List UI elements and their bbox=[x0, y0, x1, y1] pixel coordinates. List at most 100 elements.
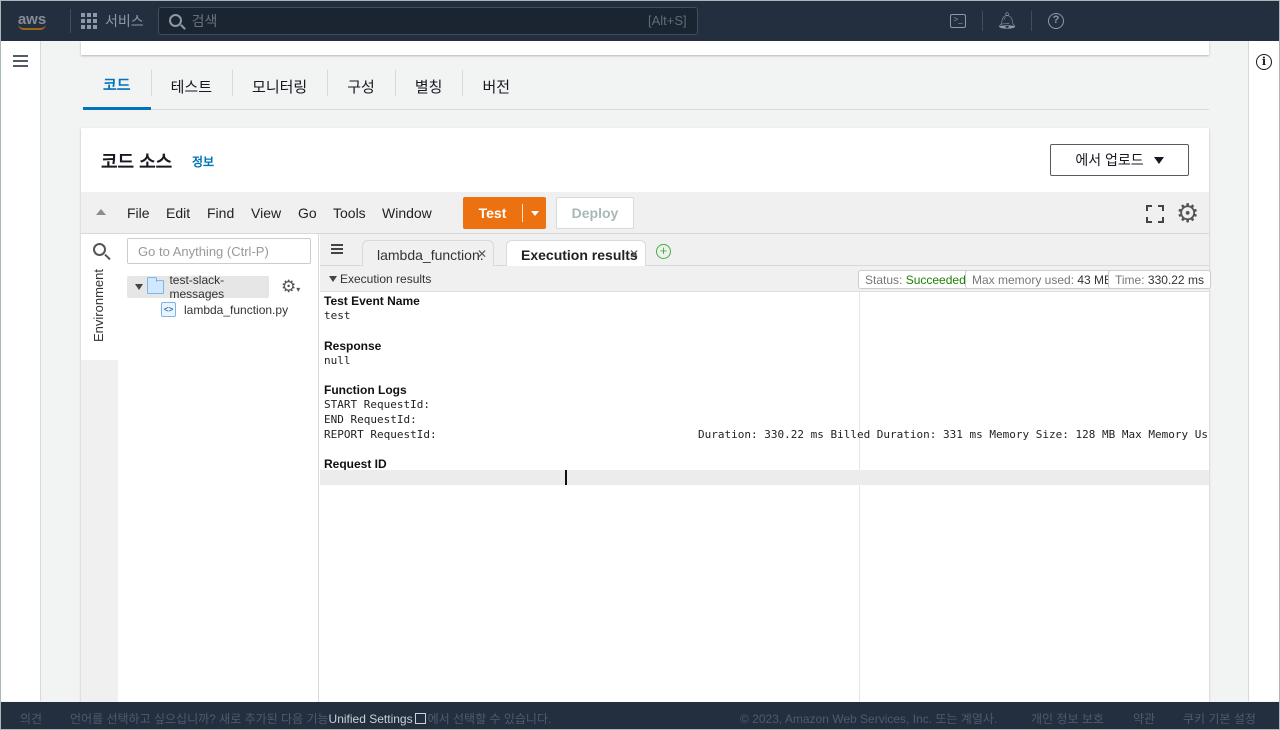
privacy-link[interactable]: 개인 정보 보호 bbox=[1031, 710, 1104, 727]
tree-folder-item[interactable]: test-slack-messages bbox=[127, 273, 269, 301]
cookie-preferences-link[interactable]: 쿠키 기본 설정 bbox=[1183, 710, 1256, 727]
cloudshell-button[interactable]: >_ bbox=[940, 0, 976, 41]
hamburger-menu-icon[interactable] bbox=[13, 55, 28, 70]
tree-settings-gear-icon[interactable]: ⚙▾ bbox=[281, 277, 300, 297]
services-grid-icon bbox=[81, 12, 97, 29]
status-badge: Status: Succeeded bbox=[858, 270, 973, 289]
menu-go[interactable]: Go bbox=[298, 205, 317, 221]
settings-gear-icon[interactable]: ⚙ bbox=[1176, 200, 1199, 226]
aws-logo[interactable]: aws bbox=[4, 0, 60, 41]
upload-from-label: 에서 업로드 bbox=[1075, 152, 1144, 168]
upload-from-button[interactable]: 에서 업로드 bbox=[1050, 144, 1189, 176]
aws-smile-icon bbox=[18, 24, 46, 30]
search-shortcut: [Alt+S] bbox=[647, 13, 687, 28]
global-search-input[interactable]: 검색 [Alt+S] bbox=[157, 6, 698, 35]
test-button[interactable]: Test bbox=[463, 197, 546, 229]
add-tab-icon[interactable]: + bbox=[656, 244, 671, 259]
info-icon[interactable]: i bbox=[1256, 54, 1272, 70]
info-link[interactable]: 정보 bbox=[192, 153, 214, 170]
test-dropdown-button[interactable] bbox=[523, 197, 546, 229]
log-report-line: REPORT RequestId: bbox=[324, 428, 437, 441]
bell-icon: 🔔︎ bbox=[996, 12, 1018, 30]
menu-edit[interactable]: Edit bbox=[166, 205, 190, 221]
folder-icon bbox=[147, 277, 165, 294]
ide-menubar: File Edit Find View Go Tools Window Test… bbox=[81, 192, 1209, 234]
help-button[interactable]: ? bbox=[1038, 0, 1074, 41]
code-source-panel: 코드 소스 정보 에서 업로드 File Edit Find View Go T… bbox=[81, 128, 1211, 702]
nav-icon-group: >_ 🔔︎ ? bbox=[940, 0, 1074, 41]
environment-tab[interactable]: Environment bbox=[81, 266, 118, 360]
editor-tab-label: Execution results bbox=[521, 247, 638, 263]
copyright-text: © 2023, Amazon Web Services, Inc. 또는 계열사… bbox=[740, 712, 998, 726]
time-value: 330.22 ms bbox=[1147, 273, 1204, 287]
max-memory-badge: Max memory used: 43 MB bbox=[965, 270, 1120, 289]
tab-configuration[interactable]: 구성 bbox=[327, 62, 395, 110]
tab-monitoring[interactable]: 모니터링 bbox=[232, 62, 327, 110]
time-label: Time: bbox=[1115, 273, 1145, 287]
cloudshell-icon: >_ bbox=[950, 13, 966, 28]
caret-down-icon bbox=[530, 210, 539, 216]
services-menu[interactable]: 서비스 bbox=[81, 11, 144, 31]
goto-anything-input[interactable]: Go to Anything (Ctrl-P) bbox=[127, 238, 311, 264]
menu-view[interactable]: View bbox=[251, 205, 281, 221]
collapse-icon[interactable] bbox=[96, 209, 106, 215]
services-label: 서비스 bbox=[105, 12, 144, 29]
tab-test[interactable]: 테스트 bbox=[150, 62, 232, 110]
response-label: Response bbox=[324, 339, 382, 353]
menu-file[interactable]: File bbox=[127, 205, 150, 221]
editor-tabstrip: lambda_function. ✕ Execution results ✕ + bbox=[320, 234, 1209, 266]
menu-find[interactable]: Find bbox=[207, 205, 234, 221]
folder-label: test-slack-messages bbox=[169, 273, 225, 301]
side-navigation-rail bbox=[1, 41, 41, 701]
log-report-detail: Duration: 330.22 ms Billed Duration: 331… bbox=[698, 428, 1208, 441]
tab-versions[interactable]: 버전 bbox=[462, 62, 530, 110]
caret-down-icon bbox=[1153, 156, 1164, 164]
status-label: Status: bbox=[865, 273, 903, 287]
help-icon: ? bbox=[1048, 12, 1064, 29]
time-badge: Time: 330.22 ms bbox=[1108, 270, 1211, 289]
language-prompt-text: 언어를 선택하고 싶으십니까? 새로 추가된 다음 기능 bbox=[70, 712, 329, 726]
request-id-label: Request ID bbox=[324, 457, 387, 471]
menu-window[interactable]: Window bbox=[382, 205, 432, 221]
fullscreen-icon[interactable] bbox=[1146, 205, 1164, 223]
tree-file-item[interactable]: <> lambda_function.py bbox=[161, 302, 288, 317]
nav-divider bbox=[1031, 10, 1032, 31]
expand-triangle-icon[interactable] bbox=[135, 284, 143, 290]
close-icon[interactable]: ✕ bbox=[629, 247, 639, 261]
console-footer: 의견 언어를 선택하고 싶으십니까? 새로 추가된 다음 기능Unified S… bbox=[0, 702, 1280, 730]
search-icon[interactable] bbox=[93, 243, 106, 256]
text-cursor bbox=[565, 470, 567, 485]
notifications-button[interactable]: 🔔︎ bbox=[989, 0, 1025, 41]
button-divider bbox=[522, 204, 523, 222]
tab-list-icon[interactable] bbox=[331, 244, 343, 256]
language-prompt: 언어를 선택하고 싶으십니까? 새로 추가된 다음 기능Unified Sett… bbox=[70, 710, 551, 727]
editor-tab-label: lambda_function. bbox=[377, 247, 484, 263]
code-source-title: 코드 소스 bbox=[101, 152, 173, 172]
test-button-label: Test bbox=[478, 205, 507, 221]
feedback-link[interactable]: 의견 bbox=[20, 710, 42, 727]
max-memory-label: Max memory used: bbox=[972, 273, 1075, 287]
deploy-button[interactable]: Deploy bbox=[556, 197, 634, 229]
execution-results-body[interactable]: Test Event Name test Response null Funct… bbox=[320, 292, 1209, 702]
nav-divider bbox=[982, 10, 983, 31]
previous-section-card bbox=[81, 41, 1209, 55]
environment-tab-label: Environment bbox=[91, 269, 106, 342]
top-navigation: aws 서비스 검색 [Alt+S] >_ 🔔︎ ? bbox=[0, 0, 1280, 41]
unified-settings-link[interactable]: Unified Settings bbox=[329, 712, 413, 726]
editor-tab-lambda-function[interactable]: lambda_function. ✕ bbox=[362, 240, 494, 266]
help-panel-rail: i bbox=[1248, 41, 1279, 701]
python-file-icon: <> bbox=[161, 302, 176, 317]
tab-code[interactable]: 코드 bbox=[83, 62, 151, 110]
execution-results-title: Execution results bbox=[340, 272, 432, 286]
function-tabs: 코드 테스트 모니터링 구성 별칭 버전 bbox=[83, 62, 1209, 110]
menu-tools[interactable]: Tools bbox=[333, 205, 366, 221]
search-icon bbox=[168, 14, 182, 27]
search-placeholder: 검색 bbox=[191, 12, 218, 29]
collapse-triangle-icon[interactable] bbox=[329, 276, 337, 282]
execution-results-header: Execution results Status: Succeeded Max … bbox=[320, 266, 1211, 292]
editor-tab-execution-results[interactable]: Execution results ✕ bbox=[506, 240, 646, 266]
test-event-name-label: Test Event Name bbox=[324, 294, 420, 308]
terms-link[interactable]: 약관 bbox=[1133, 710, 1155, 727]
close-icon[interactable]: ✕ bbox=[477, 247, 487, 261]
tab-aliases[interactable]: 별칭 bbox=[394, 62, 463, 110]
